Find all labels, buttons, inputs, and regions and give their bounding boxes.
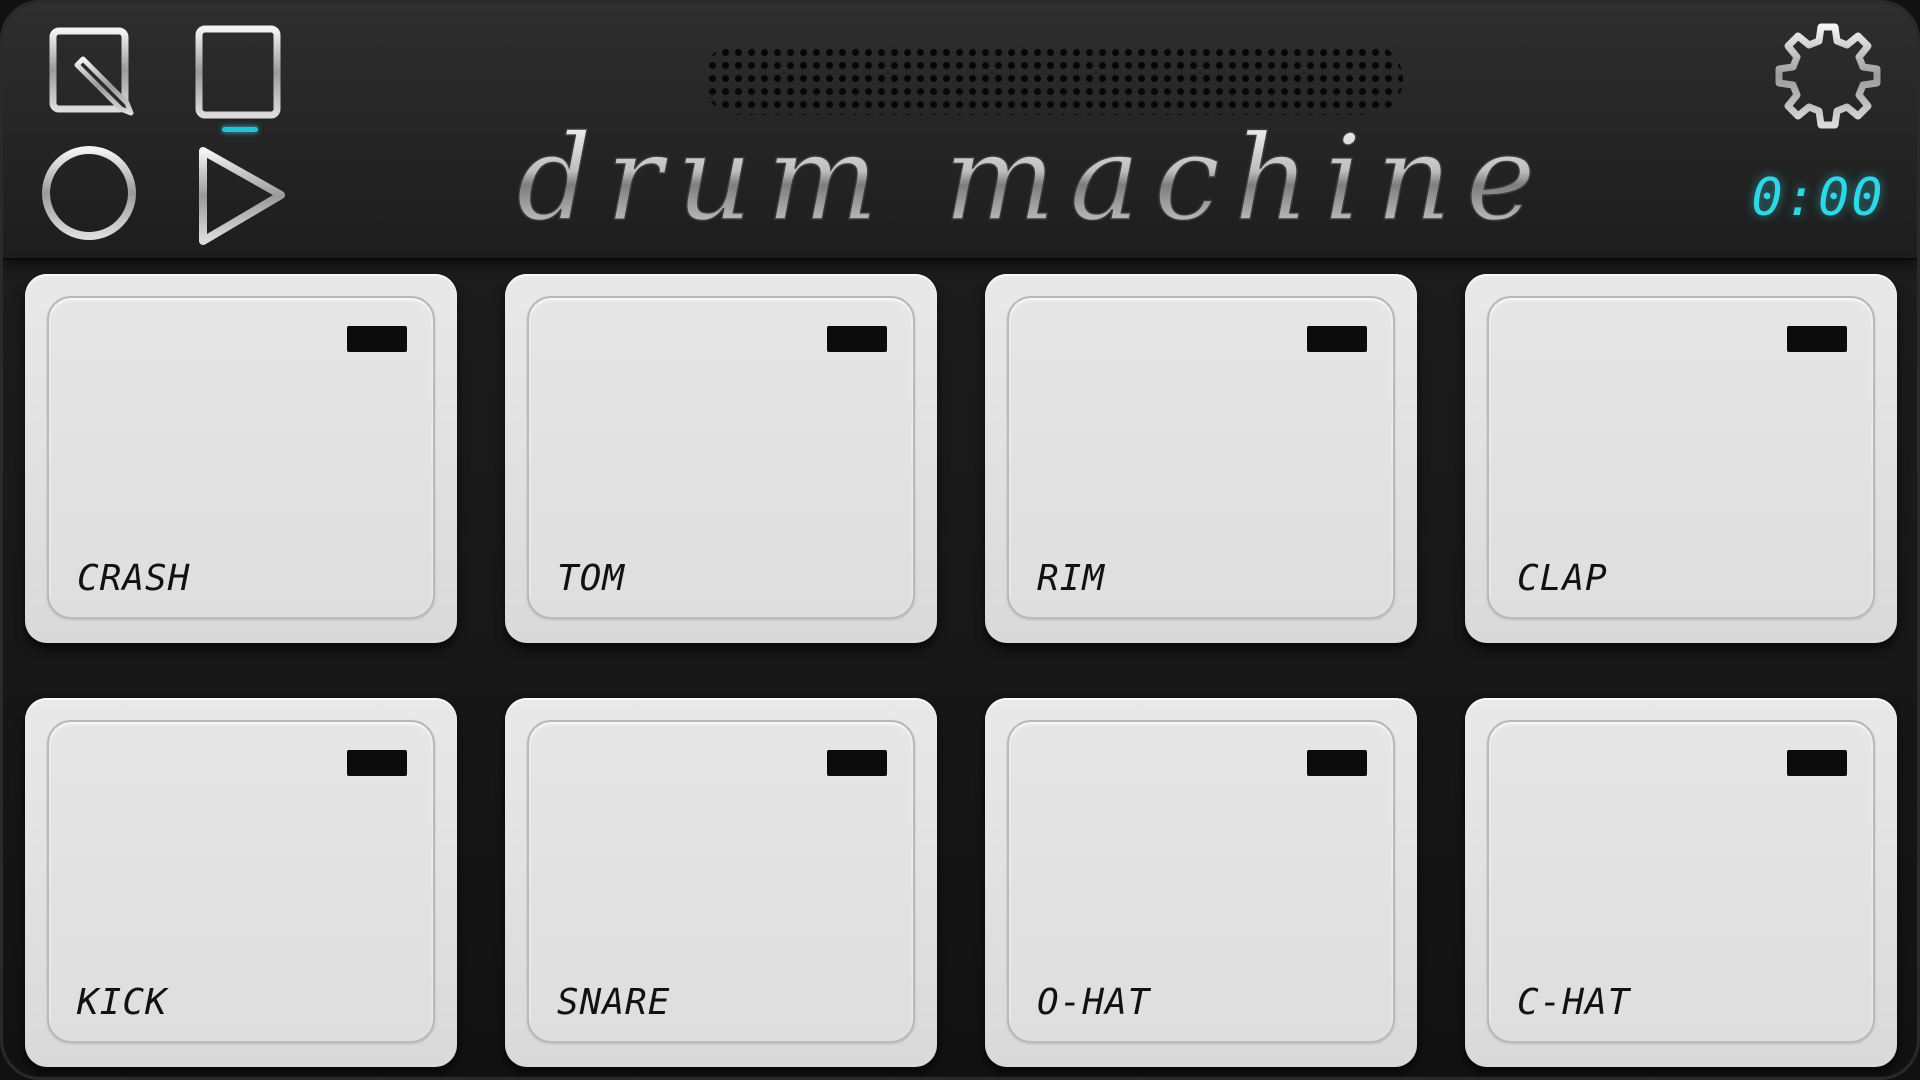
pad-label: O-HAT (1037, 982, 1151, 1023)
pad-label: SNARE (557, 982, 671, 1023)
pad-indicator-led (1787, 750, 1847, 776)
record-button[interactable] (39, 143, 139, 243)
pad-surface: C-HAT (1487, 720, 1875, 1043)
drum-pad-closed-hat[interactable]: C-HAT (1465, 698, 1897, 1067)
pad-surface: TOM (527, 296, 915, 619)
pad-label: RIM (1037, 558, 1106, 599)
drum-machine-app: drum machine 0:00 CRASH TOM RIM CLAP KIC… (0, 0, 1920, 1080)
svg-text:drum machine: drum machine (516, 121, 1549, 241)
top-control-bar: drum machine 0:00 (3, 3, 1917, 260)
pad-surface: CRASH (47, 296, 435, 619)
pad-indicator-led (347, 750, 407, 776)
pad-surface: CLAP (1487, 296, 1875, 619)
pad-surface: KICK (47, 720, 435, 1043)
drum-pad-crash[interactable]: CRASH (25, 274, 457, 643)
play-icon (199, 147, 285, 245)
elapsed-time-display: 0:00 (1751, 168, 1885, 228)
pad-surface: O-HAT (1007, 720, 1395, 1043)
pad-surface: SNARE (527, 720, 915, 1043)
active-view-indicator (222, 127, 258, 132)
speaker-grille (703, 43, 1403, 115)
pad-label: CLAP (1517, 558, 1608, 599)
drum-pad-grid: CRASH TOM RIM CLAP KICK SNARE O-HAT C-HA… (3, 258, 1917, 1077)
gear-icon (1775, 23, 1881, 129)
drum-pad-open-hat[interactable]: O-HAT (985, 698, 1417, 1067)
drum-pad-clap[interactable]: CLAP (1465, 274, 1897, 643)
record-circle-icon (42, 146, 136, 240)
drum-pad-snare[interactable]: SNARE (505, 698, 937, 1067)
pad-label: CRASH (77, 558, 191, 599)
pad-indicator-led (1787, 326, 1847, 352)
drum-machine-logo: drum machine (516, 121, 1549, 241)
play-button[interactable] (193, 143, 288, 248)
pad-label: TOM (557, 558, 626, 599)
pad-indicator-led (827, 750, 887, 776)
grid-icon (195, 25, 281, 119)
edit-pencil-icon (49, 27, 134, 116)
pad-indicator-led (1307, 750, 1367, 776)
pad-label: KICK (77, 982, 168, 1023)
drum-pad-rim[interactable]: RIM (985, 274, 1417, 643)
settings-button[interactable] (1773, 21, 1883, 131)
pad-indicator-led (1307, 326, 1367, 352)
pad-indicator-led (827, 326, 887, 352)
pad-indicator-led (347, 326, 407, 352)
pad-surface: RIM (1007, 296, 1395, 619)
drum-pad-kick[interactable]: KICK (25, 698, 457, 1067)
pad-grid-button[interactable] (193, 23, 283, 123)
pad-label: C-HAT (1517, 982, 1631, 1023)
edit-button[interactable] (47, 25, 137, 120)
drum-pad-tom[interactable]: TOM (505, 274, 937, 643)
